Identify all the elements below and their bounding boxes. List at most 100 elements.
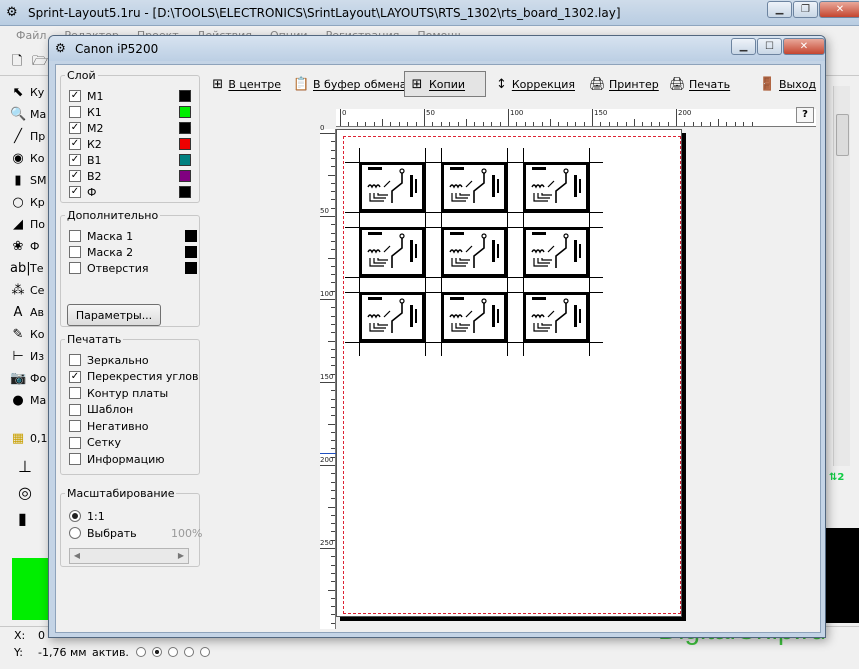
center-button[interactable]: ⊞ В центре	[206, 71, 286, 97]
checkbox-checked-icon[interactable]: ✓	[69, 186, 81, 198]
close-icon[interactable]: ✕	[783, 38, 825, 55]
checkbox-row[interactable]: ✓ Перекрестия углов	[69, 369, 198, 385]
tool-item[interactable]: ❀ Ф	[10, 236, 40, 256]
ruler-minor-tick	[331, 597, 335, 599]
close-icon[interactable]: ✕	[819, 1, 859, 18]
checkbox-row[interactable]: К1	[69, 104, 191, 120]
main-titlebar: ⚙ Sprint-Layout5.1ru - [D:\TOOLS\ELECTRO…	[0, 0, 859, 26]
pcb-trace-pattern	[449, 167, 499, 203]
checkbox-row[interactable]: Информацию	[69, 451, 164, 467]
tool-item[interactable]: 📷 Фо	[10, 368, 46, 388]
active-layer-radios[interactable]	[136, 645, 216, 658]
scale-1to1-radio[interactable]: 1:1	[69, 508, 105, 524]
checkbox-row[interactable]: Негативно	[69, 418, 149, 434]
menu-file[interactable]: Файл	[16, 29, 46, 42]
grid-setting[interactable]: ▦ 0,1	[10, 428, 48, 448]
tool-item[interactable]: 🔍 Ма	[10, 104, 46, 124]
checkbox-row[interactable]: Маска 1	[69, 228, 197, 244]
checkbox-row[interactable]: Зеркально	[69, 352, 149, 368]
checkbox-row[interactable]: Контур платы	[69, 385, 168, 401]
checkbox-checked-icon[interactable]: ✓	[69, 122, 81, 134]
tool-item[interactable]: ⊢ Из	[10, 346, 44, 366]
checkbox-unchecked-icon[interactable]	[69, 453, 81, 465]
checkbox-unchecked-icon[interactable]	[69, 246, 81, 258]
checkbox-row[interactable]: Маска 2	[69, 244, 197, 260]
checkbox-unchecked-icon[interactable]	[69, 106, 81, 118]
copies-button[interactable]: ⊞ Копии	[404, 71, 486, 97]
open-file-icon[interactable]: 🗁	[32, 52, 48, 74]
help-button[interactable]: ?	[796, 107, 814, 123]
layer-radio[interactable]	[152, 647, 162, 657]
checkbox-unchecked-icon[interactable]	[69, 262, 81, 274]
tool-item[interactable]: ▮ SM	[10, 170, 46, 190]
checkbox-row[interactable]: ✓ М1	[69, 88, 191, 104]
exit-button[interactable]: 🚪 Выход	[754, 71, 816, 97]
minimize-icon[interactable]: ▁	[767, 1, 792, 18]
maximize-icon[interactable]: ☐	[757, 38, 782, 55]
layer-radio[interactable]	[184, 647, 194, 657]
checkbox-unchecked-icon[interactable]	[69, 436, 81, 449]
checkbox-row[interactable]: Сетку	[69, 435, 121, 451]
magnet-icon[interactable]: ◎	[18, 482, 32, 502]
tool-item[interactable]: ● Ма	[10, 390, 46, 410]
width-icon[interactable]: ▮	[18, 508, 27, 528]
new-file-icon[interactable]: 🗋	[12, 52, 22, 74]
checkbox-row[interactable]: ✓ М2	[69, 120, 191, 136]
layer-radio[interactable]	[200, 647, 210, 657]
radio-selected-icon[interactable]	[69, 510, 81, 522]
checkbox-unchecked-icon[interactable]	[69, 230, 81, 242]
tool-item[interactable]: ⬉ Ку	[10, 82, 45, 102]
layer-group: Слой ✓ М1 К1 ✓ М2 ✓ К2 ✓ В1 ✓ В2 ✓ Ф	[60, 69, 200, 203]
arrow-right-icon[interactable]: ▶	[174, 550, 188, 562]
ruler-minor-tick	[432, 122, 434, 126]
checkbox-row[interactable]: Шаблон	[69, 402, 133, 418]
clipboard-button[interactable]: 📋 В буфер обмена	[288, 71, 407, 97]
checkbox-row[interactable]: ✓ В2	[69, 168, 191, 184]
smd-icon: ▮	[14, 172, 22, 188]
tool-item[interactable]: ab| Те	[10, 258, 44, 278]
checkbox-checked-icon[interactable]: ✓	[69, 170, 81, 182]
printer-button[interactable]: 🖨 Принтер	[584, 71, 662, 97]
tool-item[interactable]: ⁂ Се	[10, 280, 45, 300]
ruler-minor-tick	[328, 340, 335, 342]
checkbox-row[interactable]: ✓ К2	[69, 136, 191, 152]
correction-button[interactable]: ↕ Коррекция	[490, 71, 580, 97]
checkbox-unchecked-icon[interactable]	[69, 354, 81, 366]
checkbox-row[interactable]: Отверстия	[69, 260, 197, 276]
ruler-minor-tick	[331, 348, 335, 350]
minimize-icon[interactable]: ▁	[731, 38, 756, 55]
tool-item[interactable]: A Ав	[10, 302, 44, 322]
checkbox-checked-icon[interactable]: ✓	[69, 154, 81, 166]
scale-percent: 100%	[171, 526, 203, 540]
snap-icon[interactable]: ⊥	[18, 456, 32, 476]
tool-item[interactable]: ◢ По	[10, 214, 45, 234]
scrollbar-thumb[interactable]	[836, 114, 849, 156]
tool-item[interactable]: ╱ Пр	[10, 126, 45, 146]
parameters-button[interactable]: Параметры...	[67, 304, 161, 326]
checkbox-checked-icon[interactable]: ✓	[69, 370, 81, 383]
checkbox-row[interactable]: ✓ Ф	[69, 184, 191, 200]
tool-item[interactable]: ✎ Ко	[10, 324, 45, 344]
scale-slider[interactable]: ◀ ▶	[69, 548, 189, 564]
ruler-minor-tick	[751, 122, 753, 126]
layer-ratio-icon[interactable]: ⇅2	[829, 472, 844, 483]
checkbox-checked-icon[interactable]: ✓	[69, 138, 81, 150]
scale-custom-radio[interactable]: Выбрать 100%	[69, 525, 202, 541]
restore-icon[interactable]: ❐	[793, 1, 818, 18]
pcb-trace-pattern	[531, 297, 581, 333]
layer-radio[interactable]	[136, 647, 146, 657]
checkbox-unchecked-icon[interactable]	[69, 420, 81, 432]
checkbox-unchecked-icon[interactable]	[69, 403, 81, 416]
radio-unselected-icon[interactable]	[69, 527, 81, 539]
ruler-minor-tick	[440, 122, 442, 126]
tool-item[interactable]: ○ Кр	[10, 192, 44, 212]
arrow-left-icon[interactable]: ◀	[70, 550, 84, 562]
checkbox-row[interactable]: ✓ В1	[69, 152, 191, 168]
ruler-label: 50	[426, 109, 435, 117]
checkbox-unchecked-icon[interactable]	[69, 387, 81, 399]
checkbox-checked-icon[interactable]: ✓	[69, 90, 81, 102]
layer-radio[interactable]	[168, 647, 178, 657]
print-button[interactable]: 🖨 Печать	[664, 71, 750, 97]
right-scrollbar[interactable]	[833, 86, 850, 466]
tool-item[interactable]: ◉ Ко	[10, 148, 44, 168]
